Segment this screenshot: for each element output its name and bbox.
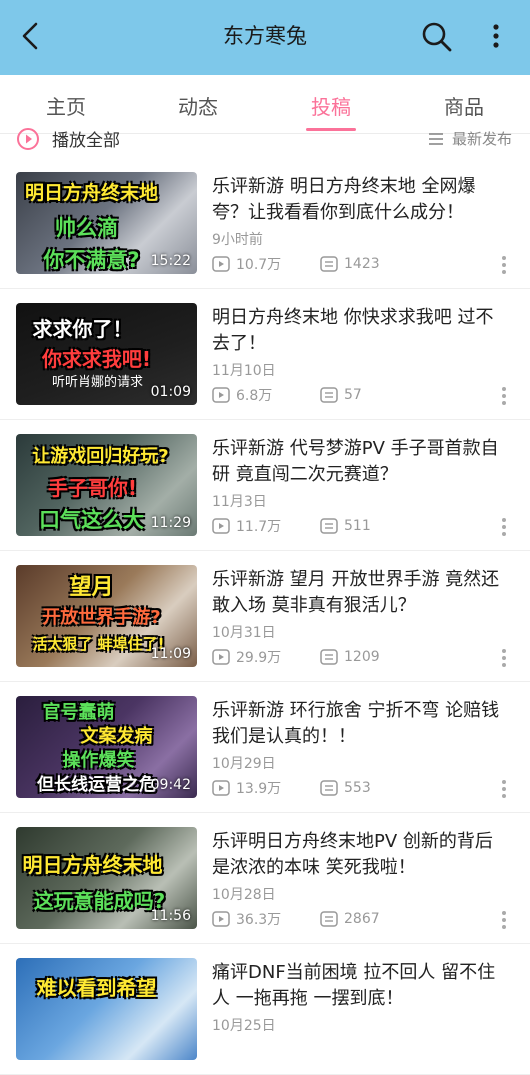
search-icon[interactable] <box>420 20 454 54</box>
video-item[interactable]: 难以看到希望 痛评DNF当前困境 拉不回人 留不住人 一拖再拖 一摆到底！ 10… <box>0 944 530 1075</box>
comment-icon <box>320 780 338 796</box>
video-duration: 11:09 <box>150 646 191 662</box>
video-list: 明日方舟终末地 帅么滴 你不满意? 15:22 乐评新游 明日方舟终末地 全网爆… <box>0 158 530 1075</box>
video-item[interactable]: 求求你了！ 你求求我吧! 听听肖娜的请求 01:09 明日方舟终末地 你快求求我… <box>0 289 530 420</box>
tab-dynamics[interactable]: 动态 <box>148 91 248 120</box>
comment-count: 1209 <box>344 649 380 665</box>
video-thumbnail[interactable]: 望月 开放世界手游? 活太狠了 蚌埠住了! 11:09 <box>16 565 197 667</box>
video-stats: 11.7万 511 <box>212 516 371 536</box>
video-date: 10月31日 <box>212 625 276 641</box>
thumbnail-caption: 开放世界手游? <box>42 607 161 628</box>
video-item[interactable]: 官号蠢萌 文案发病 操作爆笑 但长线运营之危 09:42 乐评新游 环行旅舍 宁… <box>0 682 530 813</box>
video-stats: 6.8万 57 <box>212 385 362 405</box>
play-circle-icon <box>17 127 39 150</box>
video-title[interactable]: 乐评新游 望月 开放世界手游 竟然还敢入场 莫非真有狠活儿？ <box>212 567 507 619</box>
comment-icon <box>320 911 338 927</box>
comment-count: 57 <box>344 387 362 403</box>
video-date: 10月29日 <box>212 756 276 772</box>
tab-uploads[interactable]: 投稿 <box>281 91 381 120</box>
play-all-label: 播放全部 <box>52 131 120 150</box>
video-duration: 11:29 <box>150 515 191 531</box>
video-title[interactable]: 痛评DNF当前困境 拉不回人 留不住人 一拖再拖 一摆到底！ <box>212 960 507 1012</box>
video-duration: 09:42 <box>150 777 191 793</box>
video-stats: 10.7万 1423 <box>212 254 380 274</box>
video-thumbnail[interactable]: 明日方舟终末地 这玩意能成吗? 11:56 <box>16 827 197 929</box>
thumbnail-caption: 明日方舟终末地 <box>24 182 158 204</box>
view-count: 11.7万 <box>236 519 282 535</box>
thumbnail-caption: 操作爆笑 <box>62 750 135 771</box>
video-item[interactable]: 明日方舟终末地 帅么滴 你不满意? 15:22 乐评新游 明日方舟终末地 全网爆… <box>0 158 530 289</box>
comment-icon <box>320 649 338 665</box>
view-count: 36.3万 <box>236 912 282 928</box>
comment-count: 511 <box>344 518 371 534</box>
thumbnail-caption: 望月 <box>69 575 114 600</box>
video-title[interactable]: 乐评新游 环行旅舍 宁折不弯 论赔钱我们是认真的！！ <box>212 698 507 750</box>
more-options-icon[interactable] <box>500 647 508 669</box>
play-all-bar: 播放全部 最新发布 <box>0 122 530 150</box>
play-count-icon <box>212 518 230 534</box>
video-date: 11月3日 <box>212 494 267 510</box>
play-count-icon <box>212 780 230 796</box>
video-stats: 36.3万 2867 <box>212 909 380 929</box>
top-bar: 东方寒兔 <box>0 0 530 75</box>
more-options-icon[interactable] <box>500 254 508 276</box>
thumbnail-caption: 难以看到希望 <box>36 976 157 1000</box>
video-item[interactable]: 让游戏回归好玩? 手子哥你! 口气这么大 11:29 乐评新游 代号梦游PV 手… <box>0 420 530 551</box>
view-count: 6.8万 <box>236 388 273 404</box>
comment-icon <box>320 256 338 272</box>
video-stats: 13.9万 553 <box>212 778 371 798</box>
thumbnail-caption: 帅么滴 <box>55 216 118 240</box>
video-date: 10月25日 <box>212 1018 276 1034</box>
video-thumbnail[interactable]: 求求你了！ 你求求我吧! 听听肖娜的请求 01:09 <box>16 303 197 405</box>
thumbnail-caption: 明日方舟终末地 <box>22 853 163 877</box>
comment-icon <box>320 387 338 403</box>
video-title[interactable]: 乐评新游 明日方舟终末地 全网爆夸？让我看看你到底什么成分！ <box>212 174 507 226</box>
thumbnail-caption: 官号蠢萌 <box>42 702 115 723</box>
comment-count: 2867 <box>344 911 380 927</box>
thumbnail-caption: 让游戏回归好玩? <box>32 446 169 467</box>
tab-goods[interactable]: 商品 <box>414 91 514 120</box>
video-duration: 15:22 <box>150 253 191 269</box>
video-title[interactable]: 乐评新游 代号梦游PV 手子哥首款自研 竟直闯二次元赛道？ <box>212 436 507 488</box>
play-count-icon <box>212 649 230 665</box>
video-date: 10月28日 <box>212 887 276 903</box>
sort-button[interactable]: 最新发布 <box>428 128 512 149</box>
video-duration: 01:09 <box>150 384 191 400</box>
more-options-icon[interactable] <box>500 909 508 931</box>
video-thumbnail[interactable]: 官号蠢萌 文案发病 操作爆笑 但长线运营之危 09:42 <box>16 696 197 798</box>
list-icon <box>428 132 443 145</box>
comment-count: 553 <box>344 780 371 796</box>
thumbnail-caption: 你求求我吧! <box>41 347 152 371</box>
video-date: 9小时前 <box>212 232 263 248</box>
video-title[interactable]: 明日方舟终末地 你快求求我吧 过不去了！ <box>212 305 507 357</box>
video-title[interactable]: 乐评明日方舟终末地PV 创新的背后是浓浓的本味 笑死我啦！ <box>212 829 507 881</box>
view-count: 29.9万 <box>236 650 282 666</box>
thumbnail-caption: 求求你了！ <box>32 317 133 341</box>
view-count: 10.7万 <box>236 257 282 273</box>
video-item[interactable]: 望月 开放世界手游? 活太狠了 蚌埠住了! 11:09 乐评新游 望月 开放世界… <box>0 551 530 682</box>
comment-icon <box>320 518 338 534</box>
play-count-icon <box>212 256 230 272</box>
video-thumbnail[interactable]: 难以看到希望 <box>16 958 197 1060</box>
comment-count: 1423 <box>344 256 380 272</box>
video-stats: 29.9万 1209 <box>212 647 380 667</box>
play-all-button[interactable]: 播放全部 <box>16 126 120 150</box>
tab-home[interactable]: 主页 <box>16 91 116 120</box>
more-vertical-icon[interactable] <box>486 20 506 54</box>
video-date: 11月10日 <box>212 363 276 379</box>
thumbnail-caption: 手子哥你! <box>47 476 138 500</box>
video-duration: 11:56 <box>150 908 191 924</box>
more-options-icon[interactable] <box>500 385 508 407</box>
thumbnail-caption: 文案发病 <box>80 726 153 747</box>
video-item[interactable]: 明日方舟终末地 这玩意能成吗? 11:56 乐评明日方舟终末地PV 创新的背后是… <box>0 813 530 944</box>
sort-label: 最新发布 <box>451 130 512 148</box>
video-thumbnail[interactable]: 让游戏回归好玩? 手子哥你! 口气这么大 11:29 <box>16 434 197 536</box>
more-options-icon[interactable] <box>500 516 508 538</box>
video-thumbnail[interactable]: 明日方舟终末地 帅么滴 你不满意? 15:22 <box>16 172 197 274</box>
play-count-icon <box>212 911 230 927</box>
play-count-icon <box>212 387 230 403</box>
more-options-icon[interactable] <box>500 778 508 800</box>
view-count: 13.9万 <box>236 781 282 797</box>
